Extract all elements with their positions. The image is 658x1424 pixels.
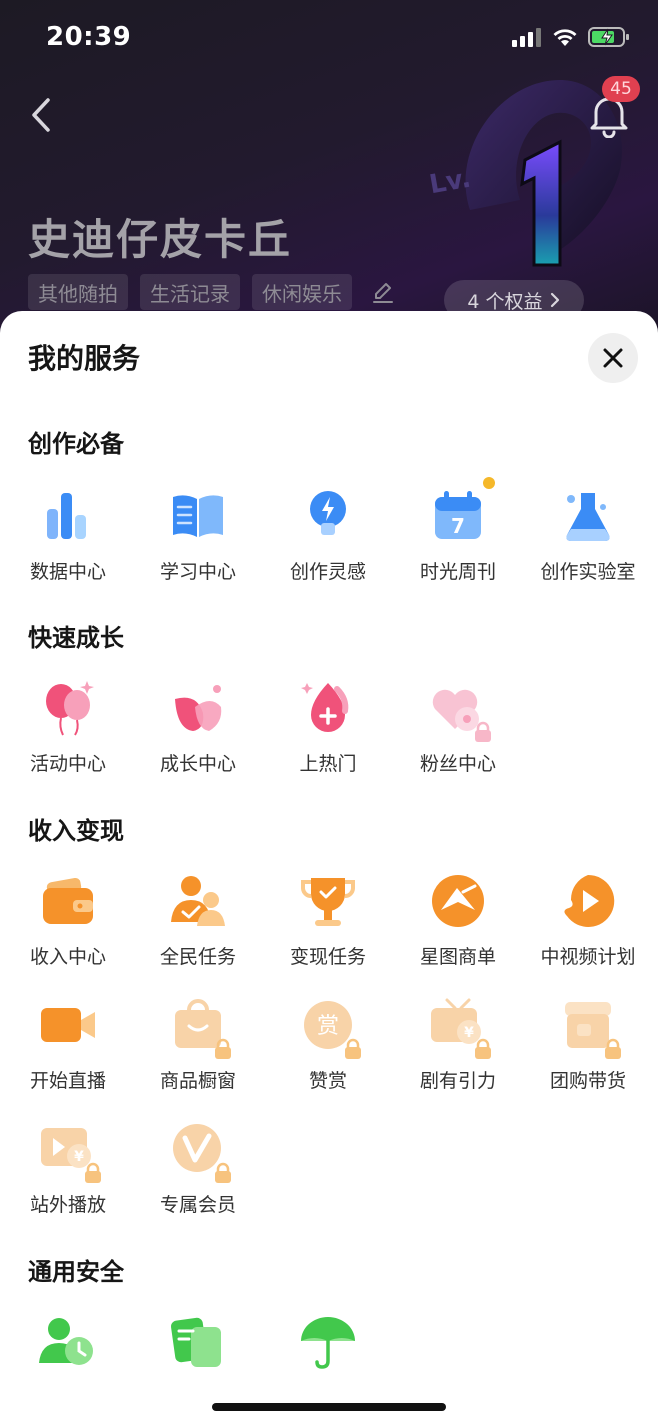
- back-arrow-icon[interactable]: [26, 94, 56, 136]
- service-fans-center[interactable]: 粉丝中心: [393, 677, 523, 801]
- service-growth-center[interactable]: 成长中心: [133, 677, 263, 801]
- reward-char: 赏: [317, 1014, 339, 1039]
- lock-icon: [475, 721, 491, 742]
- service-exclusive-member[interactable]: 专属会员: [133, 1118, 263, 1242]
- calendar-day: 7: [451, 514, 465, 538]
- user-clock-icon: [39, 1318, 93, 1365]
- close-icon: [603, 348, 623, 368]
- sheet-title: 我的服务: [28, 342, 141, 375]
- section-title: 快速成长: [28, 624, 124, 652]
- lock-icon: [215, 1162, 231, 1183]
- lock-icon: [605, 1038, 621, 1059]
- trophy-icon: [301, 878, 355, 926]
- service-all-tasks[interactable]: 全民任务: [133, 870, 263, 994]
- umbrella-icon: [301, 1317, 355, 1369]
- service-product-window[interactable]: 商品橱窗: [133, 994, 263, 1118]
- service-account-time[interactable]: [3, 1311, 133, 1424]
- section-title: 创作必备: [28, 430, 124, 458]
- service-external-play[interactable]: ¥ 站外播放: [3, 1118, 133, 1242]
- service-grid-monetization: 收入中心 全民任务 变现任务 星图商单 中视频计划 开始直播 商品橱窗 赏 赞赏…: [0, 870, 658, 1242]
- notification-count-badge: 45: [602, 76, 640, 102]
- service-trending[interactable]: 上热门: [263, 677, 393, 801]
- service-activity-center[interactable]: 活动中心: [3, 677, 133, 801]
- service-income-center[interactable]: 收入中心: [3, 870, 133, 994]
- wifi-icon: [553, 29, 577, 46]
- service-creative-lab[interactable]: 创作实验室: [523, 485, 653, 609]
- service-group-buying[interactable]: 团购带货: [523, 994, 653, 1118]
- service-learning-center[interactable]: 学习中心: [133, 485, 263, 609]
- service-grid-creation: 数据中心 学习中心 创作灵感 7 时光周刊 创作实验室: [0, 477, 658, 609]
- leaf-icon: [175, 685, 222, 731]
- balloon-icon: [46, 681, 94, 736]
- flask-icon: [566, 493, 610, 541]
- service-monetize-tasks[interactable]: 变现任务: [263, 870, 393, 994]
- lock-icon: [85, 1162, 101, 1183]
- my-services-sheet: 我的服务 创作必备 数据中心 学习中心 创作灵感 7 时光周刊 创作实验室 快速…: [0, 311, 658, 1424]
- status-time: 20:39: [46, 22, 132, 52]
- lock-icon: [475, 1038, 491, 1059]
- video-camera-icon: [41, 1008, 95, 1042]
- status-icons: [512, 26, 630, 48]
- users-check-icon: [171, 876, 225, 926]
- profile-header: 20:39 Lv. 45 史迪仔皮卡丘 其他随拍 生活记录 休闲娱乐 4 个权益: [0, 0, 658, 340]
- profile-tags: 其他随拍 生活记录 休闲娱乐: [28, 274, 396, 310]
- bar-chart-icon: [47, 493, 86, 539]
- flame-icon: [301, 683, 349, 732]
- home-indicator: [212, 1403, 446, 1411]
- service-star-map[interactable]: 星图商单: [393, 870, 523, 994]
- chevron-right-icon: [550, 292, 559, 308]
- calendar-icon: 7: [435, 491, 481, 539]
- service-start-live[interactable]: 开始直播: [3, 994, 133, 1118]
- section-title: 收入变现: [28, 817, 124, 845]
- section-title: 通用安全: [28, 1258, 124, 1286]
- signal-icon: [512, 28, 541, 47]
- service-mid-video-plan[interactable]: 中视频计划: [523, 870, 653, 994]
- close-button[interactable]: [588, 333, 638, 383]
- play-circle-icon: [564, 874, 615, 927]
- star-map-icon: [432, 875, 484, 927]
- service-time-weekly[interactable]: 7 时光周刊: [393, 477, 523, 609]
- rights-label: 4 个权益: [467, 290, 543, 313]
- service-reward[interactable]: 赏 赞赏: [263, 994, 393, 1118]
- profile-tag[interactable]: 生活记录: [140, 274, 240, 310]
- battery-icon: [588, 27, 629, 47]
- profile-username: 史迪仔皮卡丘: [28, 215, 293, 264]
- wallet-icon: [43, 877, 93, 924]
- profile-tag[interactable]: 其他随拍: [28, 274, 128, 310]
- book-icon: [173, 495, 223, 537]
- service-creative-inspiration[interactable]: 创作灵感: [263, 485, 393, 609]
- svg-text:Lv.: Lv.: [427, 164, 473, 201]
- lock-icon: [345, 1038, 361, 1059]
- profile-tag[interactable]: 休闲娱乐: [252, 274, 352, 310]
- document-icon: [171, 1317, 221, 1367]
- edit-pencil-icon[interactable]: [370, 279, 396, 305]
- lock-icon: [215, 1038, 231, 1059]
- service-grid-growth: 活动中心 成长中心 上热门 粉丝中心: [0, 677, 658, 801]
- service-data-center[interactable]: 数据中心: [3, 485, 133, 609]
- service-drama-pull[interactable]: ¥ 剧有引力: [393, 994, 523, 1118]
- lightbulb-icon: [310, 491, 346, 535]
- new-indicator-dot: [483, 477, 495, 489]
